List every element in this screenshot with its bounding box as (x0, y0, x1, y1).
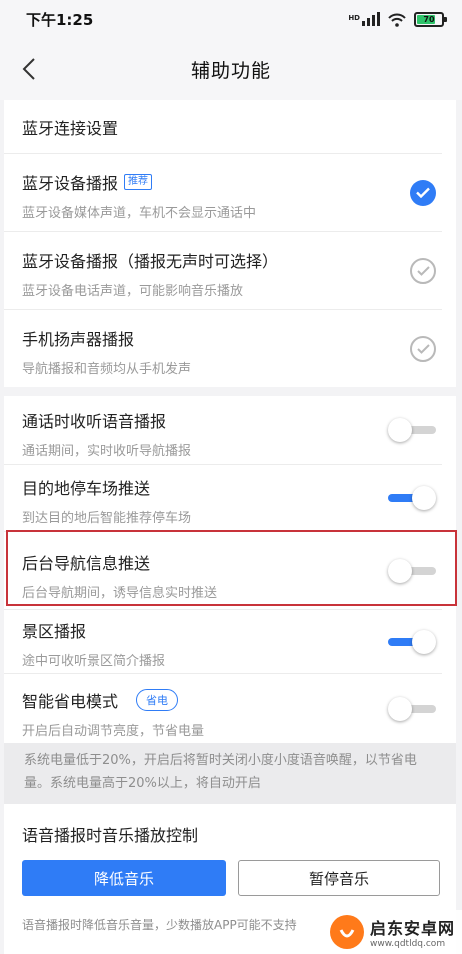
check-selected-icon[interactable] (410, 179, 436, 206)
power-saving-badge: 省电 (136, 689, 179, 711)
setting-subtitle: 途中可收听景区简介播报 (22, 654, 166, 669)
setting-title: 目的地停车场推送 (22, 479, 151, 498)
check-unselected-icon[interactable] (410, 257, 436, 284)
setting-subtitle: 开启后自动调节亮度，节省电量 (22, 724, 205, 739)
bluetooth-section-header: 蓝牙连接设置 (4, 100, 442, 154)
check-unselected-icon[interactable] (410, 335, 436, 362)
music-control-description: 语音播报时降低音乐音量，少数播放APP可能不支持 (22, 918, 297, 932)
option-title: 手机扬声器播报 (22, 330, 135, 349)
network-label: HD (348, 13, 360, 22)
option-subtitle: 蓝牙设备电话声道，可能影响音乐播放 (22, 284, 244, 299)
wifi-icon (388, 12, 406, 27)
chevron-left-icon (22, 58, 35, 80)
music-control-title: 语音播报时音乐播放控制 (22, 826, 199, 845)
page-title: 辅助功能 (190, 59, 271, 82)
toggle-switch-on[interactable] (388, 486, 436, 510)
bluetooth-option-call[interactable]: 蓝牙设备播报（播报无声时可选择） 蓝牙设备电话声道，可能影响音乐播放 (4, 232, 442, 310)
watermark-name: 启东安卓网 (370, 919, 456, 938)
setting-title: 智能省电模式 (22, 692, 119, 711)
battery-level: 70 (423, 14, 435, 24)
site-watermark: 启东安卓网 www.qdtldq.com (330, 910, 462, 954)
power-saving-note: 系统电量低于20%，开启后将暂时关闭小度小度语音唤醒，以节省电量。系统电量高于2… (4, 743, 456, 804)
status-time: 下午1:25 (26, 10, 94, 29)
battery-icon: 70 (414, 11, 447, 27)
watermark-logo-icon (330, 915, 364, 949)
signal-icon (362, 12, 380, 26)
lower-music-button[interactable]: 降低音乐 (22, 860, 226, 896)
setting-smart-power-saving: 智能省电模式 省电 开启后自动调节亮度，节省电量 (4, 674, 442, 743)
bluetooth-option-media[interactable]: 蓝牙设备播报 推荐 蓝牙设备媒体声道，车机不会显示通话中 (4, 154, 442, 232)
toggle-switch-off[interactable] (388, 418, 436, 442)
setting-title: 通话时收听语音播报 (22, 412, 167, 431)
highlight-annotation (6, 530, 457, 606)
bluetooth-option-speaker[interactable]: 手机扬声器播报 导航播报和音频均从手机发声 (4, 310, 442, 387)
toggle-switch-off[interactable] (388, 696, 436, 721)
setting-destination-parking: 目的地停车场推送 到达目的地后智能推荐停车场 (4, 465, 442, 532)
option-subtitle: 蓝牙设备媒体声道，车机不会显示通话中 (22, 206, 257, 221)
option-title: 蓝牙设备播报 (22, 174, 119, 193)
pause-music-button[interactable]: 暂停音乐 (238, 860, 440, 896)
setting-subtitle: 到达目的地后智能推荐停车场 (22, 511, 192, 526)
setting-subtitle: 通话期间，实时收听导航播报 (22, 444, 192, 459)
recommended-badge: 推荐 (124, 174, 153, 190)
option-subtitle: 导航播报和音频均从手机发声 (22, 362, 192, 377)
bluetooth-settings-card: 蓝牙连接设置 蓝牙设备播报 推荐 蓝牙设备媒体声道，车机不会显示通话中 蓝牙设备… (4, 100, 456, 387)
back-button[interactable] (14, 52, 44, 86)
watermark-url: www.qdtldq.com (370, 939, 446, 949)
setting-call-voice-broadcast: 通话时收听语音播报 通话期间，实时收听导航播报 (4, 396, 442, 465)
setting-scenic-broadcast: 景区播报 途中可收听景区简介播报 (4, 610, 442, 674)
option-title: 蓝牙设备播报（播报无声时可选择） (22, 252, 279, 271)
setting-title: 景区播报 (22, 622, 87, 641)
nav-bar: 辅助功能 (0, 38, 462, 100)
toggle-switch-on[interactable] (388, 629, 436, 654)
status-bar: 下午1:25 HD 70 (0, 0, 462, 38)
